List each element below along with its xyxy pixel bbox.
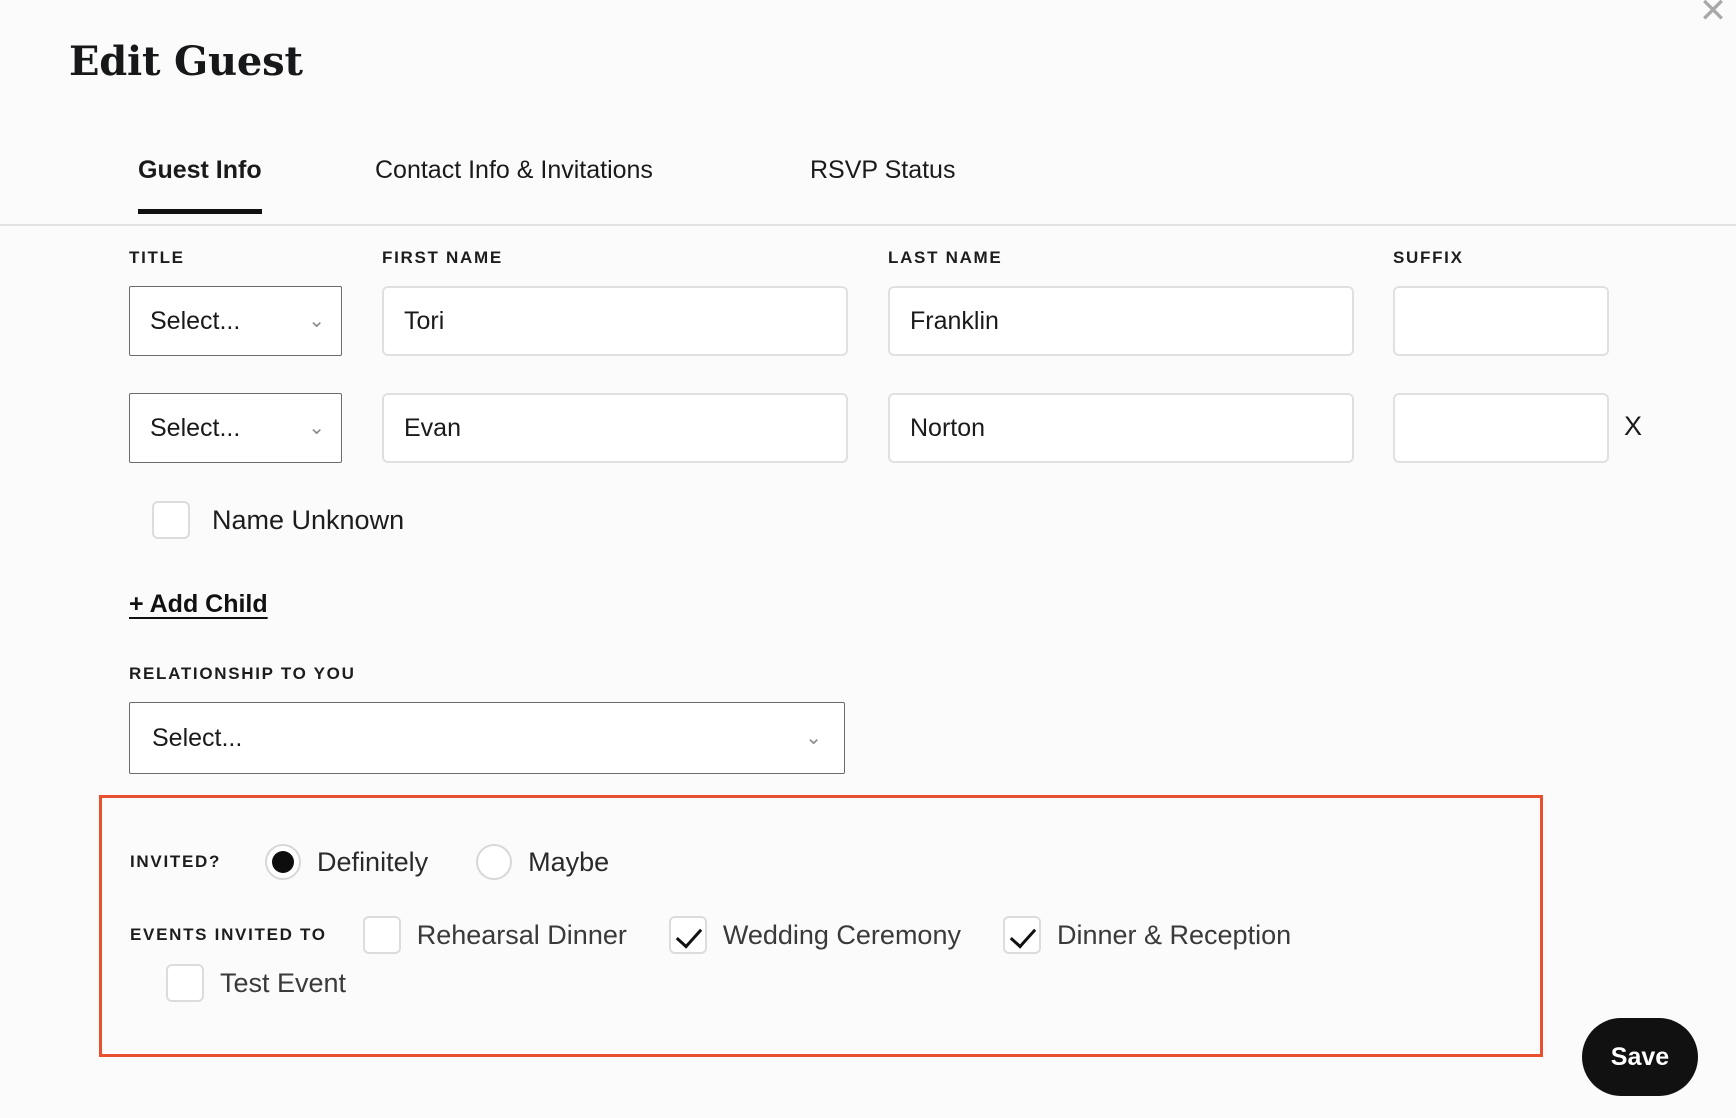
event-option-test-event[interactable]: Test Event [166,964,346,1002]
relationship-select[interactable]: Select... ⌄ [129,702,845,774]
radio-maybe-label: Maybe [528,846,610,877]
name-unknown-checkbox-row[interactable]: Name Unknown [152,501,404,539]
radio-definitely-label: Definitely [317,846,429,877]
tab-rsvp-status[interactable]: RSVP Status [810,156,955,209]
add-child-link[interactable]: + Add Child [129,590,268,619]
checkbox-wedding-ceremony[interactable] [668,916,707,954]
label-relationship-to-you: RELATIONSHIP TO YOU [129,664,356,683]
event-label-wedding-ceremony: Wedding Ceremony [722,919,961,950]
checkbox-dinner-reception[interactable] [1002,916,1041,954]
event-option-dinner-reception[interactable]: Dinner & Reception [1002,916,1292,954]
event-option-rehearsal-dinner[interactable]: Rehearsal Dinner [362,916,627,954]
invited-option-maybe[interactable]: Maybe [476,844,609,880]
chevron-down-icon: ⌄ [308,417,325,439]
radio-maybe[interactable] [476,844,513,880]
tab-bar: Guest Info Contact Info & Invitations RS… [0,140,1736,226]
chevron-down-icon: ⌄ [805,727,822,749]
checkbox-rehearsal-dinner[interactable] [362,916,401,954]
tab-contact-info-invitations[interactable]: Contact Info & Invitations [375,156,653,209]
name-unknown-checkbox[interactable] [152,501,190,539]
radio-definitely[interactable] [265,844,302,880]
checkbox-test-event[interactable] [166,964,204,1002]
event-label-test-event: Test Event [220,967,347,998]
tab-guest-info[interactable]: Guest Info [138,156,262,214]
label-suffix: SUFFIX [1393,248,1464,267]
invited-option-definitely[interactable]: Definitely [265,844,428,880]
suffix-input-1[interactable] [1393,286,1609,356]
events-invited-row: EVENTS INVITED TO Rehearsal Dinner Weddi… [130,916,1291,954]
event-option-wedding-ceremony[interactable]: Wedding Ceremony [668,916,961,954]
name-unknown-label: Name Unknown [212,504,405,535]
page-title: Edit Guest [69,38,303,85]
chevron-down-icon: ⌄ [308,310,325,332]
first-name-input-2[interactable] [382,393,848,463]
event-label-dinner-reception: Dinner & Reception [1056,919,1292,950]
first-name-input-1[interactable] [382,286,848,356]
column-header-row: TITLE FIRST NAME LAST NAME SUFFIX [0,248,1736,274]
relationship-select-value: Select... [152,723,243,752]
suffix-input-2[interactable] [1393,393,1609,463]
events-invited-row-second: Test Event [166,964,346,1002]
title-select-2[interactable]: Select... ⌄ [129,393,342,463]
label-invited: INVITED? [130,852,222,871]
invited-radio-group: Definitely Maybe [265,844,609,880]
label-first-name: FIRST NAME [382,248,503,267]
label-last-name: LAST NAME [888,248,1003,267]
invited-row: INVITED? Definitely Maybe [130,844,609,880]
last-name-input-1[interactable] [888,286,1354,356]
title-select-2-value: Select... [150,413,241,442]
remove-guest-row-button[interactable]: X [1624,411,1642,442]
invited-highlight-panel: INVITED? Definitely Maybe EVENTS INVITED… [99,795,1543,1057]
label-events-invited-to: EVENTS INVITED TO [130,925,327,944]
last-name-input-2[interactable] [888,393,1354,463]
events-checkbox-group: Rehearsal Dinner Wedding Ceremony Dinner… [362,916,1292,954]
save-button[interactable]: Save [1582,1018,1698,1096]
label-title: TITLE [129,248,185,267]
title-select-1-value: Select... [150,306,241,335]
close-icon[interactable]: ✕ [1696,0,1730,28]
title-select-1[interactable]: Select... ⌄ [129,286,342,356]
event-label-rehearsal-dinner: Rehearsal Dinner [416,919,627,950]
